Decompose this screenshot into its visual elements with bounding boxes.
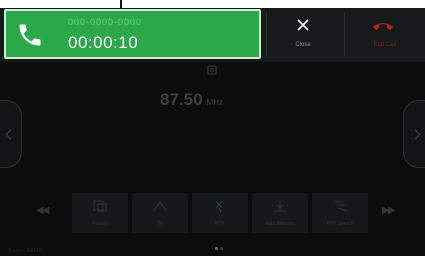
tune-up-button[interactable] [403,100,425,168]
source-status: Source: RADIO [8,248,43,254]
caller-number: 000-0000-0000 [68,17,143,27]
tune-icon [215,200,223,213]
preset-label: PTY Search [326,221,354,227]
tune-down-button[interactable] [0,100,22,168]
seek-forward-button[interactable]: ▶▶ [382,205,395,216]
head-unit-screen: 000-0000-0000 00:00:10 Close End Call 87… [0,8,425,256]
band-icon [207,65,217,75]
skip-back-icon: ◀◀ [36,205,49,216]
divider [344,12,345,56]
preset-label: TA [156,221,164,227]
frequency-display: 87.50 MHz [160,90,270,110]
chevron-right-icon [410,129,421,140]
phone-icon [19,24,41,46]
call-timer: 00:00:10 [68,33,139,52]
pty-button[interactable]: PTY [192,193,248,233]
call-bar: 000-0000-0000 00:00:10 Close End Call [0,8,425,62]
divider [266,12,267,56]
memory-icon [274,200,286,212]
auto-memory-button[interactable]: Auto.Memory [252,193,308,233]
skip-forward-icon: ▶▶ [382,205,395,216]
close-button[interactable]: Close [270,10,336,58]
preset-label: Preset [92,221,108,227]
chevron-left-icon [5,129,16,140]
page-dot [220,247,223,250]
active-call-panel[interactable]: 000-0000-0000 00:00:10 [4,9,261,59]
preset-button[interactable]: Preset [72,193,128,233]
end-call-label: End Call [373,42,397,48]
frequency-value: 87.50 [160,90,203,109]
pty-search-button[interactable]: PTY Search [312,193,368,233]
preset-label: Auto.Memory [265,221,295,227]
info-icon [335,201,347,212]
frequency-unit: MHz [206,98,223,107]
page-dot [215,247,218,250]
preset-label: PTY [215,221,225,227]
end-call-button[interactable]: End Call [348,10,422,58]
ta-button[interactable]: TA [132,193,188,233]
close-label: Close [295,42,311,48]
close-icon [297,19,309,31]
hang-up-icon [373,23,393,30]
preset-row: Preset TA PTY Auto.Memory PTY Search [72,193,372,233]
seek-back-button[interactable]: ◀◀ [36,205,49,216]
signal-icon [153,201,167,212]
folder-icon [93,200,107,212]
page-indicator [214,237,224,255]
